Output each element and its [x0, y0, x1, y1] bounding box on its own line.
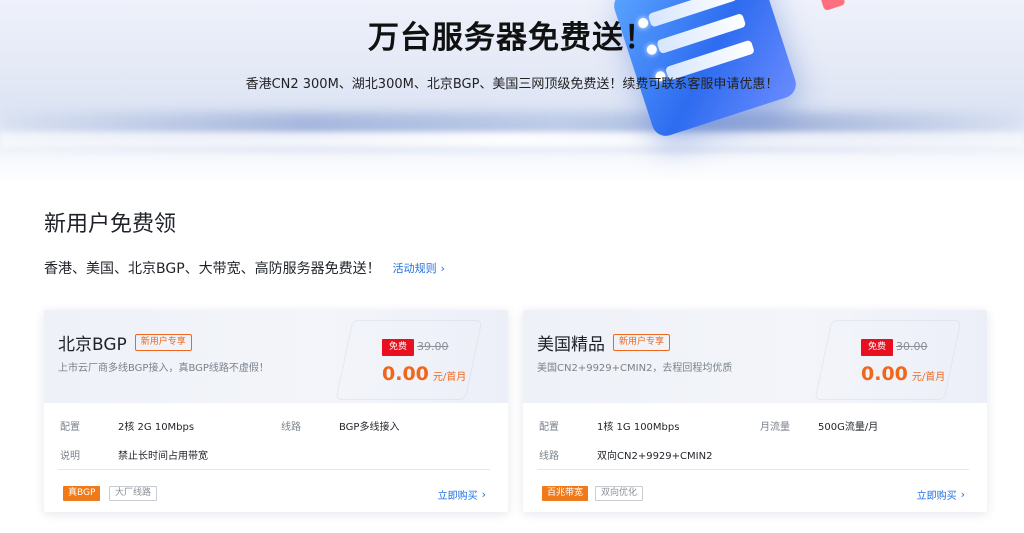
buy-now-label: 立即购买: [916, 491, 957, 502]
spec-key: 说明: [60, 451, 80, 462]
product-subtitle: 美国CN2+9929+CMIN2，去程回程均优质: [537, 363, 733, 374]
section-description-row: 香港、美国、北京BGP、大带宽、高防服务器免费送！ 活动规则 ›: [44, 258, 445, 278]
card-header: 美国精品 新用户专享 美国CN2+9929+CMIN2，去程回程均优质 免费 3…: [523, 310, 987, 403]
chevron-right-icon: ›: [481, 488, 486, 501]
feature-tag: 真BGP: [63, 486, 101, 501]
activity-rules-label: 活动规则: [392, 262, 437, 275]
price-row: 0.00 元/首月: [382, 363, 466, 385]
divider: [537, 469, 969, 470]
decorative-shape: [820, 0, 846, 12]
card-title: 美国精品 新用户专享: [537, 330, 671, 355]
price: 0.00: [382, 363, 429, 385]
product-name: 美国精品: [537, 335, 605, 355]
spec-config: 配置 2核 2G 10Mbps: [60, 418, 194, 433]
spec-value: BGP多线接入: [339, 422, 400, 433]
section-title: 新用户免费领: [44, 212, 177, 237]
spec-value: 500G流量/月: [818, 422, 879, 433]
product-subtitle: 上市云厂商多线BGP接入，真BGP线路不虚假！: [58, 363, 269, 374]
card-decoration: [335, 320, 483, 400]
card-decoration: [814, 320, 962, 400]
chevron-right-icon: ›: [960, 488, 965, 501]
product-card-us-premium: 美国精品 新用户专享 美国CN2+9929+CMIN2，去程回程均优质 免费 3…: [523, 310, 987, 512]
divider: [58, 469, 490, 470]
spec-note: 说明 禁止长时间占用带宽: [60, 447, 208, 462]
free-badge: 免费: [861, 339, 894, 356]
card-header: 北京BGP 新用户专享 上市云厂商多线BGP接入，真BGP线路不虚假！ 免费 3…: [44, 310, 508, 403]
spec-value: 1核 1G 100Mbps: [597, 422, 680, 433]
spec-key: 配置: [539, 422, 559, 433]
spec-monthly-traffic: 月流量 500G流量/月: [760, 418, 878, 433]
product-card-beijing-bgp: 北京BGP 新用户专享 上市云厂商多线BGP接入，真BGP线路不虚假！ 免费 3…: [44, 310, 508, 512]
hero-light-streak-highlight: [0, 132, 1024, 148]
buy-now-button[interactable]: 立即购买 ›: [438, 487, 486, 502]
feature-tag: 大厂线路: [109, 486, 158, 501]
spec-key: 月流量: [760, 422, 790, 433]
new-user-tag: 新用户专享: [613, 334, 671, 351]
new-user-tag: 新用户专享: [134, 334, 192, 351]
activity-rules-link[interactable]: 活动规则 ›: [393, 260, 445, 276]
feature-tag: 百兆带宽: [542, 486, 589, 501]
spec-line: 线路 双向CN2+9929+CMIN2: [539, 447, 712, 462]
spec-key: 线路: [539, 451, 559, 462]
buy-now-label: 立即购买: [437, 491, 478, 502]
original-price: 39.00: [417, 340, 449, 353]
spec-value: 禁止长时间占用带宽: [118, 451, 208, 462]
price: 0.00: [861, 363, 908, 385]
spec-key: 配置: [60, 422, 80, 433]
spec-line: 线路 BGP多线接入: [281, 418, 399, 433]
price-unit: 元/首月: [432, 372, 467, 383]
chevron-right-icon: ›: [440, 261, 446, 275]
spec-config: 配置 1核 1G 100Mbps: [539, 418, 679, 433]
price-unit: 元/首月: [911, 372, 946, 383]
free-badge: 免费: [382, 339, 415, 356]
spec-key: 线路: [281, 422, 301, 433]
spec-value: 双向CN2+9929+CMIN2: [597, 451, 713, 462]
price-row: 0.00 元/首月: [861, 363, 945, 385]
feature-tag: 双向优化: [595, 486, 644, 501]
section-description: 香港、美国、北京BGP、大带宽、高防服务器免费送！: [44, 261, 381, 277]
hero-banner: 万台服务器免费送！ 香港CN2 300M、湖北300M、北京BGP、美国三网顶级…: [0, 0, 1024, 180]
card-title: 北京BGP 新用户专享: [58, 330, 192, 355]
hero-title: 万台服务器免费送！: [368, 20, 656, 56]
original-price: 30.00: [896, 340, 928, 353]
spec-value: 2核 2G 10Mbps: [118, 422, 195, 433]
buy-now-button[interactable]: 立即购买 ›: [917, 487, 965, 502]
hero-subtitle: 香港CN2 300M、湖北300M、北京BGP、美国三网顶级免费送！续费可联系客…: [245, 77, 779, 92]
product-name: 北京BGP: [58, 335, 127, 355]
